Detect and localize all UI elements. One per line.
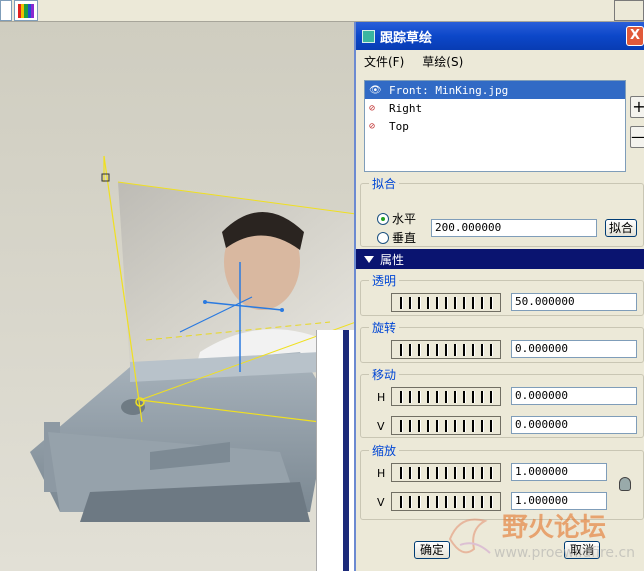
trace-sketch-dialog: 跟踪草绘 X 文件(F) 草绘(S) 👁 Front: MinKing.jpg … [354,22,644,571]
model-canvas [30,155,357,522]
app-window: 跟踪草绘 X 文件(F) 草绘(S) 👁 Front: MinKing.jpg … [0,0,644,571]
properties-header[interactable]: 属性 [356,249,644,269]
move-v-thumbwheel[interactable] [391,416,501,435]
dialog-app-icon [362,29,375,43]
list-item-label: Right [389,101,423,115]
radio-horizontal[interactable]: 水平 [377,210,416,227]
menu-sketch[interactable]: 草绘(S) [422,53,463,70]
move-h-input[interactable]: 0.000000 [511,387,637,405]
radio-horizontal-label: 水平 [392,212,417,226]
image-list[interactable]: 👁 Front: MinKing.jpg ⊘ Right ⊘ Top [364,80,626,172]
dialog-title: 跟踪草绘 [380,30,433,46]
list-item-top[interactable]: ⊘ Top [365,117,625,135]
close-button[interactable]: X [626,26,644,46]
toolbar-button-right[interactable] [614,0,644,21]
collapse-triangle-icon[interactable] [364,255,374,263]
watermark-logo-icon [448,518,491,554]
scale-v-label: V [377,496,385,509]
list-item-front[interactable]: 👁 Front: MinKing.jpg [365,81,625,99]
fit-button[interactable]: 拟合 [605,219,637,237]
rotation-thumbwheel[interactable] [391,340,501,359]
list-item-label: Top [389,119,409,133]
eye-icon[interactable]: 👁 [369,85,387,96]
lock-icon[interactable] [619,477,631,491]
properties-label: 属性 [380,252,405,267]
fit-legend: 拟合 [372,177,397,191]
list-item-right[interactable]: ⊘ Right [365,99,625,117]
menu-file[interactable]: 文件(F) [364,53,404,70]
model-viewport[interactable] [0,22,357,571]
move-group: 移动 H 0.000000 V 0.000000 [360,366,644,438]
eye-hidden-icon[interactable]: ⊘ [369,121,387,132]
radio-dot[interactable] [377,212,389,225]
rotation-group: 旋转 0.000000 [360,319,644,363]
scale-h-label: H [377,467,386,480]
rotation-input[interactable]: 0.000000 [511,340,637,358]
transparency-group: 透明 50.000000 [360,272,644,316]
top-toolbar [0,0,644,22]
remove-image-button[interactable]: — [630,126,644,148]
add-image-button[interactable]: + [630,96,644,118]
menu-bar: 文件(F) 草绘(S) [356,50,644,72]
move-h-label: H [377,391,386,404]
forum-watermark: 野火论坛 www.proewildfire.cn [440,505,640,571]
eye-hidden-icon[interactable]: ⊘ [369,103,387,114]
move-v-input[interactable]: 0.000000 [511,416,637,434]
rotation-legend: 旋转 [372,321,397,335]
transparency-thumbwheel[interactable] [391,293,501,312]
watermark-title: 野火论坛 [502,513,607,543]
graphics-window-edge [316,330,356,571]
transparency-legend: 透明 [372,274,397,288]
move-v-label: V [377,420,385,433]
radio-vertical-label: 垂直 [392,231,417,245]
fit-value-input[interactable]: 200.000000 [431,219,597,237]
toolbar-button[interactable] [0,0,12,21]
move-h-thumbwheel[interactable] [391,387,501,406]
dialog-titlebar[interactable]: 跟踪草绘 X [356,22,644,50]
scale-h-thumbwheel[interactable] [391,463,501,482]
move-legend: 移动 [372,368,397,382]
fit-group: 拟合 水平 垂直 200.000000 拟合 [360,175,644,247]
radio-vertical[interactable]: 垂直 [377,229,416,246]
transparency-input[interactable]: 50.000000 [511,293,637,311]
scale-legend: 缩放 [372,444,397,458]
color-appearance-icon[interactable] [14,0,38,21]
list-item-label: Front: MinKing.jpg [389,83,509,97]
radio-dot[interactable] [377,231,389,244]
scale-h-input[interactable]: 1.000000 [511,463,607,481]
watermark-url: www.proewildfire.cn [494,545,636,561]
